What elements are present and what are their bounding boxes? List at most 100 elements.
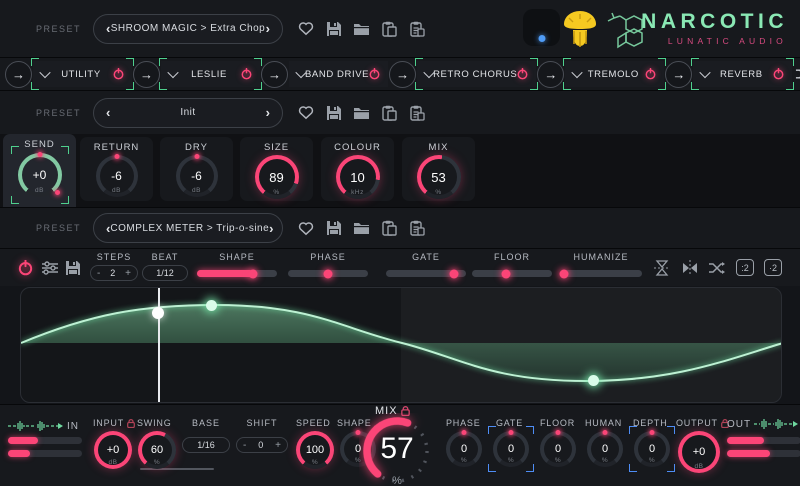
randomize-shuffle-icon[interactable] <box>708 261 726 280</box>
double-time-button[interactable]: ·2 <box>764 259 782 276</box>
preset-next-icon[interactable]: › <box>269 221 273 236</box>
power-icon[interactable] <box>773 68 784 80</box>
preset-prev-icon[interactable]: ‹ <box>106 105 110 120</box>
gate-knob[interactable]: 0 % <box>493 431 529 467</box>
lock-icon[interactable] <box>127 419 135 428</box>
phase-knob[interactable]: 0 % <box>446 431 482 467</box>
chain-slot-reverb[interactable]: REVERB <box>693 61 792 87</box>
save-icon[interactable] <box>325 104 342 121</box>
humanize-slider[interactable] <box>560 270 642 277</box>
flip-horizontal-icon[interactable] <box>681 259 699 282</box>
chevron-down-icon[interactable] <box>167 67 178 78</box>
preset-selector[interactable]: ‹ SHROOM MAGIC > Extra Chop › <box>93 14 283 44</box>
browse-folder-icon[interactable] <box>353 220 370 237</box>
power-icon[interactable] <box>369 68 380 80</box>
bypass-indicator-button[interactable] <box>523 9 560 46</box>
mix-macro-knob[interactable]: 53 % <box>417 155 461 199</box>
floor-slider[interactable] <box>472 270 552 277</box>
depth-knob[interactable]: 0 % <box>634 431 670 467</box>
tab-mix[interactable]: MIX 53 % <box>402 137 475 201</box>
half-time-button[interactable]: :2 <box>736 259 754 276</box>
power-icon[interactable] <box>241 68 252 80</box>
shuffle-chain-icon[interactable] <box>795 66 800 83</box>
copy-icon[interactable] <box>381 20 398 37</box>
favorite-heart-icon[interactable] <box>297 20 314 37</box>
lfo-wave-editor[interactable] <box>20 287 782 403</box>
send-knob[interactable]: +0 dB <box>18 153 62 197</box>
tab-send[interactable]: SEND +0 dB <box>3 134 76 207</box>
slider-handle[interactable] <box>249 269 258 278</box>
slider-handle[interactable] <box>560 269 569 278</box>
shift-minus-button[interactable]: - <box>243 440 246 451</box>
paste-icon[interactable] <box>409 20 426 37</box>
wave-handle[interactable] <box>588 375 599 386</box>
human-knob[interactable]: 0 % <box>587 431 623 467</box>
slider-handle[interactable] <box>450 269 459 278</box>
save-icon[interactable] <box>325 220 342 237</box>
speed-knob[interactable]: 100 % <box>296 431 334 469</box>
floor-knob[interactable]: 0 % <box>540 431 576 467</box>
lfo-power-icon[interactable] <box>18 260 33 281</box>
chain-arrow-icon[interactable]: → <box>133 61 160 88</box>
favorite-heart-icon[interactable] <box>297 104 314 121</box>
dry-knob[interactable]: -6 dB <box>176 155 218 197</box>
gate-slider[interactable] <box>386 270 466 277</box>
lfo-settings-icon[interactable] <box>42 261 58 280</box>
chain-slot-band-drive[interactable]: BAND DRIVE <box>289 61 388 87</box>
tab-size[interactable]: SIZE 89 % <box>240 137 313 201</box>
steps-stepper[interactable]: - 2 + <box>90 265 138 281</box>
return-knob[interactable]: -6 dB <box>96 155 138 197</box>
tab-colour[interactable]: COLOUR 10 kHz <box>321 137 394 201</box>
browse-folder-icon[interactable] <box>353 20 370 37</box>
base-select[interactable]: 1/16 <box>182 437 230 453</box>
favorite-heart-icon[interactable] <box>297 220 314 237</box>
chain-slot-utility[interactable]: UTILITY <box>33 61 132 87</box>
preset-prev-icon[interactable]: ‹ <box>106 21 110 36</box>
flip-vertical-icon[interactable] <box>653 259 671 282</box>
chain-arrow-icon[interactable]: → <box>5 61 32 88</box>
swing-knob[interactable]: 60 % <box>138 431 176 469</box>
wave-handle[interactable] <box>206 300 217 311</box>
tab-return[interactable]: RETURN -6 dB <box>80 137 153 201</box>
preset-selector[interactable]: ‹ COMPLEX METER > Trip-o-sine › <box>93 213 283 243</box>
slider-handle[interactable] <box>501 269 510 278</box>
chain-arrow-icon[interactable]: → <box>389 61 416 88</box>
preset-name: Init <box>180 107 195 118</box>
shift-stepper[interactable]: - 0 + <box>236 437 288 453</box>
browse-folder-icon[interactable] <box>353 104 370 121</box>
chevron-down-icon[interactable] <box>39 67 50 78</box>
output-knob[interactable]: +0 dB <box>678 431 720 473</box>
chain-arrow-icon[interactable]: → <box>665 61 692 88</box>
save-icon[interactable] <box>325 20 342 37</box>
power-icon[interactable] <box>113 68 124 80</box>
power-icon[interactable] <box>517 68 528 80</box>
chain-arrow-icon[interactable]: → <box>537 61 564 88</box>
chain-arrow-icon[interactable]: → <box>261 61 288 88</box>
phase-slider[interactable] <box>288 270 368 277</box>
chain-slot-leslie[interactable]: LESLIE <box>161 61 260 87</box>
paste-icon[interactable] <box>409 220 426 237</box>
paste-icon[interactable] <box>409 104 426 121</box>
shape-slider[interactable] <box>197 270 277 277</box>
slider-handle[interactable] <box>324 269 333 278</box>
mix-big-knob[interactable]: 57 % <box>359 413 435 485</box>
copy-icon[interactable] <box>381 104 398 121</box>
tab-dry[interactable]: DRY -6 dB <box>160 137 233 201</box>
input-knob[interactable]: +0 dB <box>94 431 132 469</box>
lfo-save-icon[interactable] <box>65 260 81 281</box>
size-knob[interactable]: 89 % <box>255 155 299 199</box>
steps-minus-button[interactable]: - <box>97 268 100 279</box>
chevron-down-icon[interactable] <box>700 67 711 78</box>
steps-plus-button[interactable]: + <box>125 268 131 279</box>
preset-next-icon[interactable]: › <box>266 21 270 36</box>
chevron-down-icon[interactable] <box>572 67 583 78</box>
colour-knob[interactable]: 10 kHz <box>336 155 380 199</box>
chain-slot-retro-chorus[interactable]: RETRO CHORUS <box>417 61 536 87</box>
preset-next-icon[interactable]: › <box>266 105 270 120</box>
copy-icon[interactable] <box>381 220 398 237</box>
chain-slot-tremolo[interactable]: TREMOLO <box>565 61 664 87</box>
beat-select[interactable]: 1/12 <box>142 265 188 281</box>
power-icon[interactable] <box>645 68 656 80</box>
preset-selector[interactable]: ‹ Init › <box>93 98 283 128</box>
shift-plus-button[interactable]: + <box>275 440 281 451</box>
